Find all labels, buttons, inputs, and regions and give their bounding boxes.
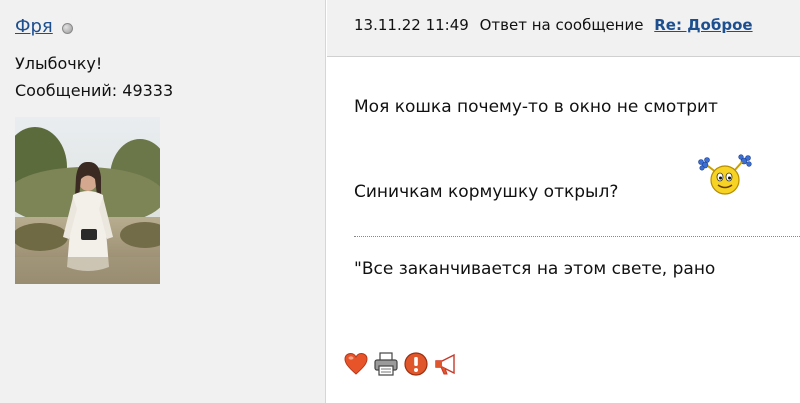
- author-row: Фря: [15, 16, 73, 37]
- heart-icon: [344, 352, 368, 375]
- like-button[interactable]: [343, 351, 369, 377]
- reply-label: Ответ на сообщение: [479, 16, 644, 34]
- author-sidebar: Фря Улыбочку! Сообщений: 49333: [0, 0, 326, 403]
- post-meta: 13.11.22 11:49 Ответ на сообщение Re: До…: [354, 16, 753, 34]
- avatar: [15, 117, 160, 284]
- thread-link[interactable]: Re: Доброе: [654, 16, 752, 34]
- post-date: 13.11.22 11:49: [354, 16, 469, 34]
- print-button[interactable]: [373, 351, 399, 377]
- offline-status-icon: [61, 22, 73, 34]
- report-button[interactable]: [403, 351, 429, 377]
- signature-text: "Все заканчивается на этом свете, рано: [354, 259, 716, 279]
- print-icon: [374, 352, 398, 376]
- cheerleader-smiley-icon: [698, 154, 752, 195]
- post-text-line-1: Моя кошка почему-то в окно не смотрит: [354, 97, 718, 117]
- report-icon: [404, 352, 428, 376]
- post-text-line-2: Синичкам кормушку открыл?: [354, 182, 619, 202]
- megaphone-icon: [435, 353, 455, 375]
- user-title: Улыбочку!: [15, 54, 103, 73]
- author-name-link[interactable]: Фря: [15, 16, 53, 37]
- post-header: 13.11.22 11:49 Ответ на сообщение Re: До…: [327, 0, 800, 57]
- post-actions: [343, 351, 463, 377]
- signature-divider: [354, 236, 800, 237]
- share-button[interactable]: [433, 351, 459, 377]
- post-count: Сообщений: 49333: [15, 81, 174, 100]
